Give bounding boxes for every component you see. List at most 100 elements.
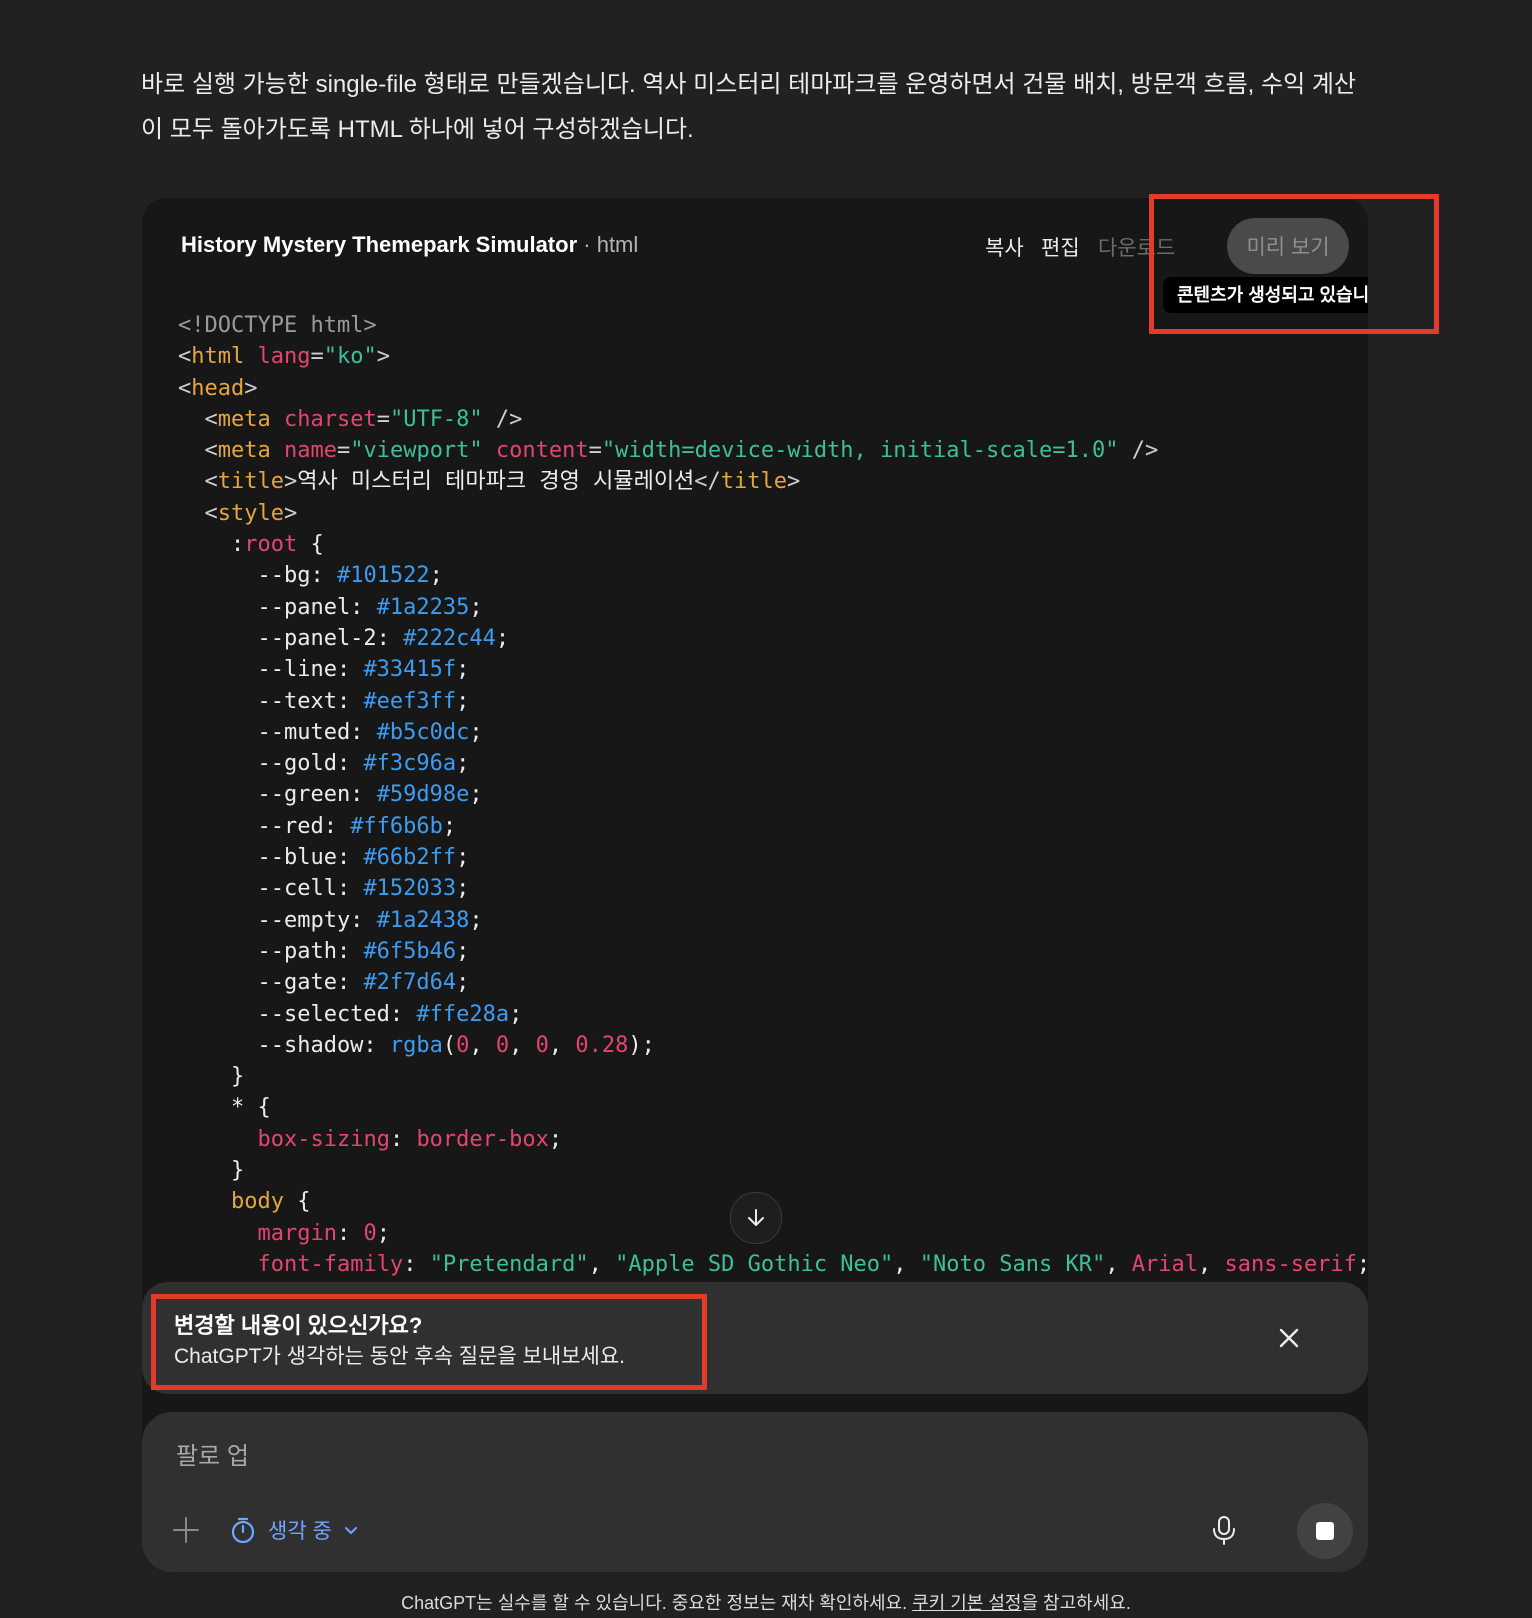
title-separator: ·: [577, 232, 597, 257]
code-line: <meta name="viewport" content="width=dev…: [178, 435, 1368, 466]
code-token: {: [297, 532, 324, 558]
code-line: --gold: #f3c96a;: [178, 748, 1368, 779]
code-line: --muted: #b5c0dc;: [178, 717, 1368, 748]
code-token: ,: [548, 1032, 576, 1058]
code-token: <: [178, 469, 218, 495]
code-token: ;: [456, 876, 470, 902]
code-token: }: [178, 1064, 245, 1090]
composer: 생각 중: [142, 1412, 1368, 1572]
code-line: --red: #ff6b6b;: [178, 811, 1368, 842]
code-token: --path:: [178, 938, 364, 964]
code-token: ;: [442, 813, 457, 839]
code-line: --panel-2: #222c44;: [178, 623, 1368, 654]
thinking-label: 생각 중: [268, 1520, 332, 1543]
code-token: #152033: [363, 876, 457, 902]
preview-button[interactable]: 미리 보기: [1227, 218, 1349, 274]
download-button[interactable]: 다운로드: [1098, 232, 1175, 262]
code-token: <: [178, 500, 218, 526]
code-token: ;: [376, 1220, 390, 1246]
code-line: }: [178, 1155, 1368, 1186]
code-token: #eef3ff: [363, 688, 457, 714]
code-line: <html lang="ko">: [178, 341, 1368, 372]
code-token: ,: [469, 1032, 496, 1058]
code-line: --gate: #2f7d64;: [178, 967, 1368, 998]
code-token: >: [283, 500, 298, 526]
code-token: body: [230, 1189, 284, 1215]
code-token: --empty:: [178, 907, 377, 933]
code-token: ;: [469, 782, 483, 808]
copy-button[interactable]: 복사: [985, 232, 1024, 262]
code-token: "UTF-8": [389, 406, 483, 432]
code-token: #1a2438: [376, 907, 470, 933]
followup-input[interactable]: [174, 1436, 1178, 1478]
code-token: ,: [509, 1032, 536, 1058]
plus-icon: [173, 1517, 199, 1543]
assistant-message-text: 바로 실행 가능한 single-file 형태로 만들겠습니다. 역사 미스터…: [141, 71, 1356, 143]
banner-close-button[interactable]: [1275, 1324, 1303, 1352]
code-card-title: History Mystery Themepark Simulator · ht…: [181, 232, 638, 258]
code-token: style: [217, 500, 284, 526]
attach-button[interactable]: [168, 1512, 204, 1548]
arrow-down-icon: [748, 1209, 764, 1226]
code-token: --gold:: [178, 751, 364, 777]
code-token: ;: [456, 938, 470, 964]
code-token: #66b2ff: [363, 845, 457, 871]
footer-text-end: 을 참고하세요.: [1021, 1593, 1131, 1613]
code-token: charset: [283, 406, 377, 432]
code-token: sans-serif: [1224, 1251, 1357, 1277]
stop-generating-button[interactable]: [1297, 1503, 1353, 1559]
cookie-settings-link[interactable]: 쿠키 기본 설정: [912, 1593, 1021, 1613]
code-token: ,: [1105, 1251, 1132, 1277]
code-token: ;: [548, 1126, 563, 1152]
code-token: ;: [469, 719, 483, 745]
code-token: --gate:: [178, 970, 364, 996]
code-token: #33415f: [363, 657, 457, 683]
code-token: margin: [257, 1220, 337, 1246]
code-token: --selected:: [178, 1001, 417, 1027]
code-token: lang: [257, 344, 311, 370]
code-token: >: [787, 469, 801, 495]
code-token: --muted:: [178, 719, 377, 745]
code-line: --panel: #1a2235;: [178, 592, 1368, 623]
code-language: html: [596, 232, 639, 257]
code-line: <style>: [178, 498, 1368, 529]
voice-input-button[interactable]: [1206, 1512, 1242, 1548]
code-line: --line: #33415f;: [178, 654, 1368, 685]
code-token: >: [283, 469, 298, 495]
scroll-down-button[interactable]: [730, 1192, 782, 1244]
code-line: --path: #6f5b46;: [178, 936, 1368, 967]
code-token: font-family: [257, 1251, 404, 1277]
code-token: <: [178, 375, 192, 401]
code-token: Arial: [1131, 1251, 1198, 1277]
code-token: ,: [893, 1251, 920, 1277]
code-token: (: [442, 1032, 457, 1058]
code-token: root: [244, 532, 298, 558]
code-line: --selected: #ffe28a;: [178, 999, 1368, 1030]
code-card-header: History Mystery Themepark Simulator · ht…: [142, 198, 1368, 313]
code-token: --green:: [178, 782, 377, 808]
code-token: box-sizing: [257, 1126, 390, 1152]
code-line: <title>역사 미스터리 테마파크 경영 시뮬레이션</title>: [178, 466, 1368, 497]
code-line: :root {: [178, 529, 1368, 560]
code-token: meta: [217, 438, 271, 464]
code-token: "Noto Sans KR": [919, 1251, 1106, 1277]
code-token: #59d98e: [376, 782, 470, 808]
code-token: ;: [429, 563, 443, 589]
code-token: ;: [495, 625, 510, 651]
code-token: --cell:: [178, 876, 364, 902]
code-token: head: [191, 375, 245, 401]
code-token: ;: [1357, 1252, 1368, 1277]
code-token: --bg:: [178, 563, 337, 589]
code-token: ,: [588, 1251, 616, 1277]
code-line: <!DOCTYPE html>: [178, 310, 1368, 341]
footer-text: ChatGPT는 실수를 할 수 있습니다. 중요한 정보는 재차 확인하세요.: [401, 1593, 913, 1613]
edit-button[interactable]: 편집: [1041, 232, 1080, 262]
thinking-mode-button[interactable]: 생각 중: [228, 1510, 360, 1550]
code-token: "Pretendard": [429, 1251, 589, 1277]
code-block: <!DOCTYPE html> <html lang="ko"> <head> <m…: [178, 310, 1368, 1280]
code-token: --panel:: [178, 594, 377, 620]
